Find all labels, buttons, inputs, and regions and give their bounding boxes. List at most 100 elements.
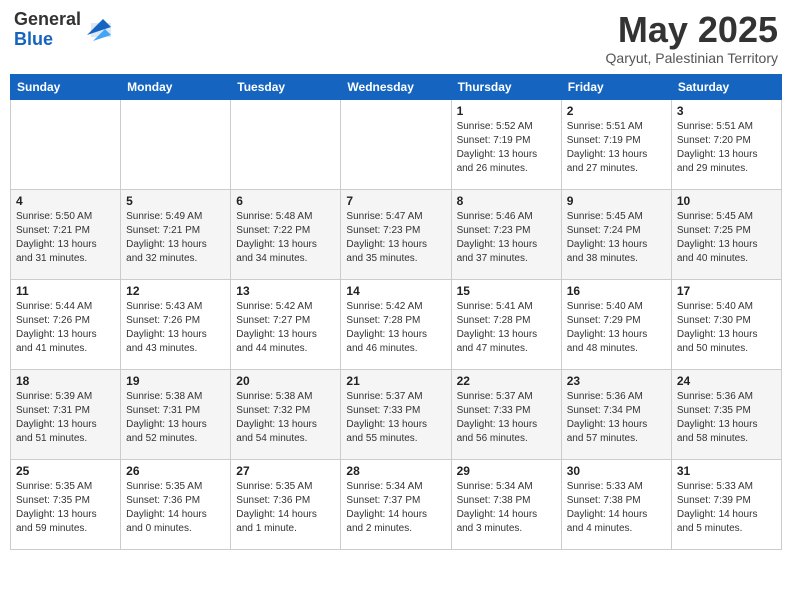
day-number: 8 xyxy=(457,194,556,208)
calendar-cell: 31 Sunrise: 5:33 AM Sunset: 7:39 PM Dayli… xyxy=(671,459,781,549)
calendar-table: SundayMondayTuesdayWednesdayThursdayFrid… xyxy=(10,74,782,550)
calendar-cell: 27 Sunrise: 5:35 AM Sunset: 7:36 PM Dayli… xyxy=(231,459,341,549)
calendar-cell: 11 Sunrise: 5:44 AM Sunset: 7:26 PM Dayli… xyxy=(11,279,121,369)
calendar-cell: 13Sunrise: 5:42 AM Sunset: 7:27 PM Dayli… xyxy=(231,279,341,369)
day-detail: Sunrise: 5:39 AM Sunset: 7:31 PM Dayligh… xyxy=(16,390,115,446)
calendar-cell: 14 Sunrise: 5:42 AM Sunset: 7:28 PM Dayli… xyxy=(341,279,451,369)
day-number: 7 xyxy=(346,194,445,208)
day-number: 3 xyxy=(677,104,776,118)
page-header: General Blue May 2025 Qaryut, Palestinia… xyxy=(10,10,782,66)
day-detail: Sunrise: 5:44 AM Sunset: 7:26 PM Dayligh… xyxy=(16,300,115,356)
calendar-cell: 19 Sunrise: 5:38 AM Sunset: 7:31 PM Dayli… xyxy=(121,369,231,459)
weekday-header-thursday: Thursday xyxy=(451,74,561,99)
calendar-cell: 1 Sunrise: 5:52 AM Sunset: 7:19 PM Daylig… xyxy=(451,99,561,189)
day-detail: Sunrise: 5:33 AM Sunset: 7:39 PM Dayligh… xyxy=(677,480,776,536)
location: Qaryut, Palestinian Territory xyxy=(606,50,778,66)
calendar-cell: 23Sunrise: 5:36 AM Sunset: 7:34 PM Dayli… xyxy=(561,369,671,459)
day-detail: Sunrise: 5:38 AM Sunset: 7:32 PM Dayligh… xyxy=(236,390,335,446)
day-number: 25 xyxy=(16,464,115,478)
logo: General Blue xyxy=(14,10,113,50)
day-number: 17 xyxy=(677,284,776,298)
weekday-header-wednesday: Wednesday xyxy=(341,74,451,99)
calendar-cell: 7 Sunrise: 5:47 AM Sunset: 7:23 PM Daylig… xyxy=(341,189,451,279)
calendar-cell: 22 Sunrise: 5:37 AM Sunset: 7:33 PM Dayli… xyxy=(451,369,561,459)
day-number: 31 xyxy=(677,464,776,478)
day-detail: Sunrise: 5:36 AM Sunset: 7:35 PM Dayligh… xyxy=(677,390,776,446)
day-detail: Sunrise: 5:35 AM Sunset: 7:36 PM Dayligh… xyxy=(236,480,335,536)
calendar-cell: 2Sunrise: 5:51 AM Sunset: 7:19 PM Daylig… xyxy=(561,99,671,189)
calendar-cell: 28Sunrise: 5:34 AM Sunset: 7:37 PM Dayli… xyxy=(341,459,451,549)
calendar-cell: 3Sunrise: 5:51 AM Sunset: 7:20 PM Daylig… xyxy=(671,99,781,189)
day-number: 1 xyxy=(457,104,556,118)
day-number: 27 xyxy=(236,464,335,478)
day-number: 18 xyxy=(16,374,115,388)
day-detail: Sunrise: 5:41 AM Sunset: 7:28 PM Dayligh… xyxy=(457,300,556,356)
day-number: 16 xyxy=(567,284,666,298)
day-detail: Sunrise: 5:45 AM Sunset: 7:25 PM Dayligh… xyxy=(677,210,776,266)
weekday-header-sunday: Sunday xyxy=(11,74,121,99)
calendar-cell xyxy=(11,99,121,189)
weekday-header-saturday: Saturday xyxy=(671,74,781,99)
week-row-2: 4 Sunrise: 5:50 AM Sunset: 7:21 PM Daylig… xyxy=(11,189,782,279)
day-detail: Sunrise: 5:35 AM Sunset: 7:36 PM Dayligh… xyxy=(126,480,225,536)
calendar-cell: 30 Sunrise: 5:33 AM Sunset: 7:38 PM Dayli… xyxy=(561,459,671,549)
day-number: 9 xyxy=(567,194,666,208)
calendar-cell: 4 Sunrise: 5:50 AM Sunset: 7:21 PM Daylig… xyxy=(11,189,121,279)
day-detail: Sunrise: 5:48 AM Sunset: 7:22 PM Dayligh… xyxy=(236,210,335,266)
weekday-header-tuesday: Tuesday xyxy=(231,74,341,99)
day-number: 23 xyxy=(567,374,666,388)
day-number: 22 xyxy=(457,374,556,388)
calendar-cell: 9Sunrise: 5:45 AM Sunset: 7:24 PM Daylig… xyxy=(561,189,671,279)
day-detail: Sunrise: 5:43 AM Sunset: 7:26 PM Dayligh… xyxy=(126,300,225,356)
calendar-cell: 10 Sunrise: 5:45 AM Sunset: 7:25 PM Dayli… xyxy=(671,189,781,279)
day-detail: Sunrise: 5:46 AM Sunset: 7:23 PM Dayligh… xyxy=(457,210,556,266)
calendar-cell: 18 Sunrise: 5:39 AM Sunset: 7:31 PM Dayli… xyxy=(11,369,121,459)
calendar-cell: 16Sunrise: 5:40 AM Sunset: 7:29 PM Dayli… xyxy=(561,279,671,369)
calendar-cell: 15 Sunrise: 5:41 AM Sunset: 7:28 PM Dayli… xyxy=(451,279,561,369)
day-detail: Sunrise: 5:33 AM Sunset: 7:38 PM Dayligh… xyxy=(567,480,666,536)
day-detail: Sunrise: 5:52 AM Sunset: 7:19 PM Dayligh… xyxy=(457,120,556,176)
day-detail: Sunrise: 5:42 AM Sunset: 7:28 PM Dayligh… xyxy=(346,300,445,356)
day-detail: Sunrise: 5:35 AM Sunset: 7:35 PM Dayligh… xyxy=(16,480,115,536)
day-detail: Sunrise: 5:47 AM Sunset: 7:23 PM Dayligh… xyxy=(346,210,445,266)
day-number: 30 xyxy=(567,464,666,478)
week-row-3: 11 Sunrise: 5:44 AM Sunset: 7:26 PM Dayli… xyxy=(11,279,782,369)
day-number: 12 xyxy=(126,284,225,298)
day-number: 4 xyxy=(16,194,115,208)
day-number: 28 xyxy=(346,464,445,478)
calendar-cell: 26Sunrise: 5:35 AM Sunset: 7:36 PM Dayli… xyxy=(121,459,231,549)
calendar-cell: 5 Sunrise: 5:49 AM Sunset: 7:21 PM Daylig… xyxy=(121,189,231,279)
day-number: 13 xyxy=(236,284,335,298)
week-row-4: 18 Sunrise: 5:39 AM Sunset: 7:31 PM Dayli… xyxy=(11,369,782,459)
calendar-cell: 29 Sunrise: 5:34 AM Sunset: 7:38 PM Dayli… xyxy=(451,459,561,549)
calendar-cell: 24 Sunrise: 5:36 AM Sunset: 7:35 PM Dayli… xyxy=(671,369,781,459)
weekday-header-monday: Monday xyxy=(121,74,231,99)
day-number: 21 xyxy=(346,374,445,388)
day-detail: Sunrise: 5:49 AM Sunset: 7:21 PM Dayligh… xyxy=(126,210,225,266)
day-detail: Sunrise: 5:34 AM Sunset: 7:38 PM Dayligh… xyxy=(457,480,556,536)
calendar-cell: 8 Sunrise: 5:46 AM Sunset: 7:23 PM Daylig… xyxy=(451,189,561,279)
day-number: 14 xyxy=(346,284,445,298)
title-section: May 2025 Qaryut, Palestinian Territory xyxy=(606,10,778,66)
calendar-cell xyxy=(231,99,341,189)
day-detail: Sunrise: 5:38 AM Sunset: 7:31 PM Dayligh… xyxy=(126,390,225,446)
week-row-5: 25 Sunrise: 5:35 AM Sunset: 7:35 PM Dayli… xyxy=(11,459,782,549)
month-title: May 2025 xyxy=(606,10,778,50)
logo-icon xyxy=(83,15,113,45)
calendar-cell: 21 Sunrise: 5:37 AM Sunset: 7:33 PM Dayli… xyxy=(341,369,451,459)
day-number: 11 xyxy=(16,284,115,298)
day-detail: Sunrise: 5:37 AM Sunset: 7:33 PM Dayligh… xyxy=(457,390,556,446)
day-number: 29 xyxy=(457,464,556,478)
calendar-cell xyxy=(121,99,231,189)
day-number: 24 xyxy=(677,374,776,388)
day-number: 10 xyxy=(677,194,776,208)
day-number: 15 xyxy=(457,284,556,298)
day-detail: Sunrise: 5:40 AM Sunset: 7:30 PM Dayligh… xyxy=(677,300,776,356)
day-number: 19 xyxy=(126,374,225,388)
day-detail: Sunrise: 5:50 AM Sunset: 7:21 PM Dayligh… xyxy=(16,210,115,266)
day-number: 5 xyxy=(126,194,225,208)
calendar-cell: 17 Sunrise: 5:40 AM Sunset: 7:30 PM Dayli… xyxy=(671,279,781,369)
calendar-cell: 25 Sunrise: 5:35 AM Sunset: 7:35 PM Dayli… xyxy=(11,459,121,549)
calendar-cell: 20Sunrise: 5:38 AM Sunset: 7:32 PM Dayli… xyxy=(231,369,341,459)
day-detail: Sunrise: 5:37 AM Sunset: 7:33 PM Dayligh… xyxy=(346,390,445,446)
